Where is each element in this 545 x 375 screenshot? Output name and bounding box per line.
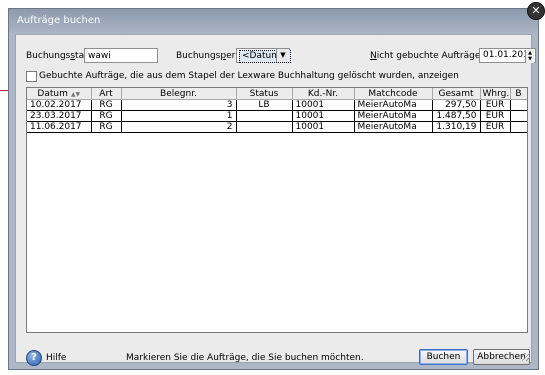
cell-gesamt: 297,50: [432, 99, 481, 111]
cell-b: [510, 110, 527, 122]
column-header-whrg[interactable]: Whrg.: [480, 88, 511, 100]
cell-status: [236, 121, 293, 133]
table-row[interactable]: 11.06.2017 RG 2 10001 MeierAutoMa 1.310,…: [27, 121, 527, 133]
column-header-status[interactable]: Status: [236, 88, 293, 100]
sort-icon: ▲▼: [70, 90, 81, 98]
column-header-belegnr[interactable]: Belegnr.: [121, 88, 237, 100]
table-header-row: Datum ▲▼ Art Belegnr. Status Kd.-Nr. Matc…: [27, 88, 527, 100]
column-header-matchcode[interactable]: Matchcode: [354, 88, 433, 100]
column-header-datum[interactable]: Datum ▲▼: [27, 88, 92, 100]
cell-datum: 23.03.2017: [27, 110, 92, 122]
cell-art: RG: [91, 110, 122, 122]
cell-datum: 10.02.2017: [27, 99, 92, 111]
status-text: Markieren Sie die Aufträge, die Sie buch…: [126, 353, 364, 363]
date-spinner-icon[interactable]: ▲ ▼: [525, 50, 534, 63]
column-header-gesamt[interactable]: Gesamt: [432, 88, 481, 100]
cell-belegnr: 2: [121, 121, 237, 133]
chevron-down-icon[interactable]: ▼: [276, 49, 289, 62]
help-label[interactable]: Hilfe: [46, 353, 66, 363]
cell-whrg: EUR: [480, 99, 511, 111]
help-icon[interactable]: ?: [26, 350, 42, 366]
cell-kdnr: 10001: [292, 110, 355, 122]
cell-matchcode: MeierAutoMa: [354, 110, 433, 122]
cell-matchcode: MeierAutoMa: [354, 99, 433, 111]
cell-b: [510, 99, 527, 111]
cell-matchcode: MeierAutoMa: [354, 121, 433, 133]
cell-belegnr: 1: [121, 110, 237, 122]
background-margin: [0, 0, 8, 375]
window-title: Aufträge buchen: [17, 15, 101, 26]
dialog-content: Buchungsstapel Buchungsperiode <Datum> ▼…: [15, 34, 536, 366]
cell-kdnr: 10001: [292, 121, 355, 133]
close-icon[interactable]: ✕: [527, 2, 545, 20]
show-deleted-label: Gebuchte Aufträge, die aus dem Stapel de…: [39, 71, 459, 81]
cell-datum: 11.06.2017: [27, 121, 92, 133]
cell-belegnr: 3: [121, 99, 237, 111]
cell-kdnr: 10001: [292, 99, 355, 111]
buchen-button[interactable]: Buchen: [419, 349, 468, 365]
cell-art: RG: [91, 99, 122, 111]
column-header-kdnr[interactable]: Kd.-Nr.: [292, 88, 355, 100]
table-row[interactable]: 23.03.2017 RG 1 10001 MeierAutoMa 1.487,…: [27, 110, 527, 122]
buchungsstapel-input[interactable]: [84, 48, 158, 63]
column-header-b[interactable]: B: [510, 88, 527, 100]
column-header-art[interactable]: Art: [91, 88, 122, 100]
buchungsperiode-select[interactable]: <Datum> ▼: [236, 48, 291, 63]
cell-art: RG: [91, 121, 122, 133]
dialog-window: Aufträge buchen ✕ Buchungsstapel Buchung…: [8, 2, 545, 370]
cell-gesamt: 1.310,19: [432, 121, 481, 133]
ab-date-field[interactable]: 01.01.2017 ▲ ▼: [479, 48, 536, 63]
resize-grip[interactable]: [522, 353, 530, 361]
show-deleted-checkbox[interactable]: [26, 71, 37, 82]
cell-whrg: EUR: [480, 121, 511, 133]
cell-b: [510, 121, 527, 133]
title-bar[interactable]: Aufträge buchen: [9, 9, 538, 33]
cell-whrg: EUR: [480, 110, 511, 122]
orders-table[interactable]: Datum ▲▼ Art Belegnr. Status Kd.-Nr. Matc…: [26, 87, 528, 333]
table-row[interactable]: 10.02.2017 RG 3 LB 10001 MeierAutoMa 297…: [27, 99, 527, 111]
cell-gesamt: 1.487,50: [432, 110, 481, 122]
cell-status: LB: [236, 99, 293, 111]
cell-status: [236, 110, 293, 122]
